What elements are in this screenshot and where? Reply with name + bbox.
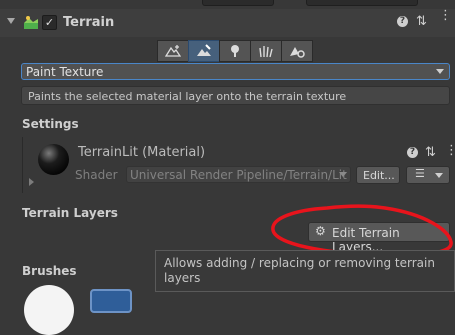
material-preview-sphere [38,144,69,175]
foldout-arrow-icon[interactable] [7,18,15,24]
presets-icon[interactable]: ⇅ [416,14,427,29]
tool-paint-details[interactable] [250,40,282,62]
shader-label: Shader [75,168,118,182]
enable-checkbox[interactable]: ✓ [42,15,57,30]
tree-icon [231,45,239,57]
shader-dropdown: Universal Render Pipeline/Terrain/Lit [126,166,351,183]
material-name: TerrainLit (Material) [78,145,206,160]
terrain-component-icon [24,15,38,32]
edit-layers-tooltip: Allows adding / replacing or removing te… [155,250,455,292]
mode-dropdown[interactable]: Paint Texture [21,63,450,80]
presets-icon[interactable]: ⇅ [425,145,436,160]
shader-edit-button[interactable]: Edit... [356,166,400,184]
brush-preview-selected[interactable] [90,289,132,313]
settings-mountain-icon [290,47,305,58]
shader-options-button[interactable]: ☰ [406,166,450,184]
list-icon: ☰ [415,167,425,180]
more-options-icon[interactable]: ⋮ [445,143,455,158]
mode-dropdown-value: Paint Texture [26,65,104,79]
component-title: Terrain [63,15,115,30]
foldout-arrow-icon[interactable] [29,178,34,186]
component-header[interactable]: ✓ Terrain ? ⇅ ⋮ [0,9,455,37]
more-options-icon[interactable]: ⋮ [439,9,452,22]
help-icon[interactable]: ? [407,147,418,158]
shader-edit-label: Edit... [363,169,395,182]
mode-description: Paints the selected material layer onto … [21,86,450,105]
chevron-down-icon [436,69,444,74]
help-icon[interactable]: ? [397,16,408,27]
top-toolbar-button-1[interactable] [202,0,274,6]
tool-paint-trees[interactable] [219,40,251,62]
settings-heading: Settings [22,117,79,131]
shader-dropdown-value: Universal Render Pipeline/Terrain/Lit [130,168,347,182]
chevron-down-icon [339,172,347,177]
chevron-down-icon [435,173,443,178]
brushes-heading: Brushes [22,264,77,278]
top-toolbar-button-2[interactable] [306,0,418,6]
terrain-tool-bar [157,40,313,62]
material-panel: TerrainLit (Material) ? ⇅ ⋮ Shader Unive… [22,137,455,193]
tool-paint-texture[interactable] [188,40,220,62]
brush-preview-round[interactable] [24,285,74,335]
paint-brush-icon [197,44,211,56]
terrain-layers-heading: Terrain Layers [22,206,118,220]
grass-icon [259,46,273,58]
tool-terrain-settings[interactable] [281,40,313,62]
raise-lower-icon [165,45,181,57]
tool-raise-lower[interactable] [157,40,189,62]
